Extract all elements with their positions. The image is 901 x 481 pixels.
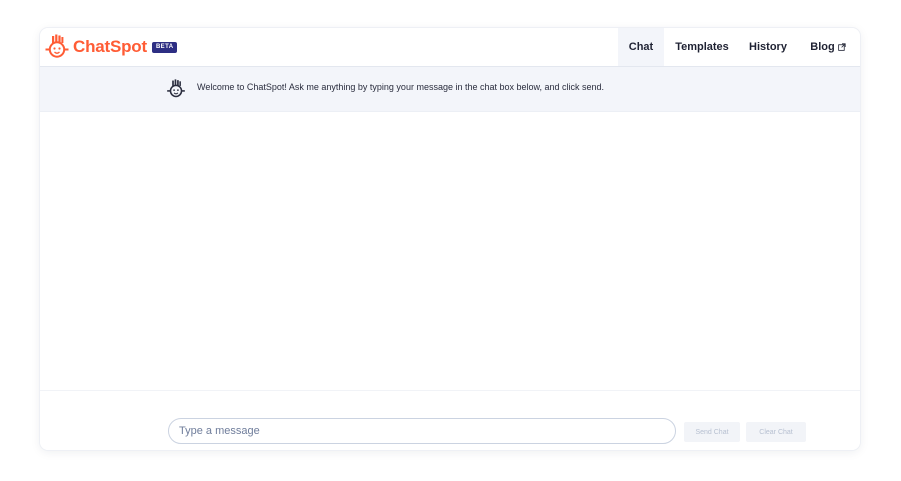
brand-logo[interactable]: ChatSpot BETA [44, 34, 178, 60]
nav-link-blog[interactable]: Blog [796, 28, 860, 66]
nav-tab-history-label: History [749, 41, 787, 53]
clear-chat-button[interactable]: Clear Chat [746, 422, 806, 442]
nav-link-blog-label: Blog [810, 41, 835, 53]
app-window: ChatSpot BETA Chat Templates History Blo… [40, 28, 860, 450]
mascot-icon [45, 34, 69, 58]
brand-name: ChatSpot [73, 37, 147, 56]
mascot-avatar-icon [167, 79, 185, 98]
message-composer: Send Chat Clear Chat [40, 390, 860, 450]
beta-badge: BETA [151, 41, 178, 53]
message-input[interactable] [168, 418, 676, 444]
nav-tab-chat[interactable]: Chat [618, 28, 664, 66]
nav-tab-history[interactable]: History [740, 28, 796, 66]
main-nav: Chat Templates History Blog [618, 28, 860, 66]
external-link-icon [837, 43, 846, 51]
nav-tab-templates[interactable]: Templates [664, 28, 740, 66]
top-bar: ChatSpot BETA Chat Templates History Blo… [40, 28, 860, 67]
nav-tab-templates-label: Templates [675, 41, 729, 53]
welcome-message: Welcome to ChatSpot! Ask me anything by … [40, 67, 860, 112]
nav-tab-chat-label: Chat [628, 41, 654, 53]
send-chat-button[interactable]: Send Chat [684, 422, 740, 442]
chat-history-area[interactable] [40, 112, 860, 390]
welcome-text: Welcome to ChatSpot! Ask me anything by … [197, 82, 605, 92]
